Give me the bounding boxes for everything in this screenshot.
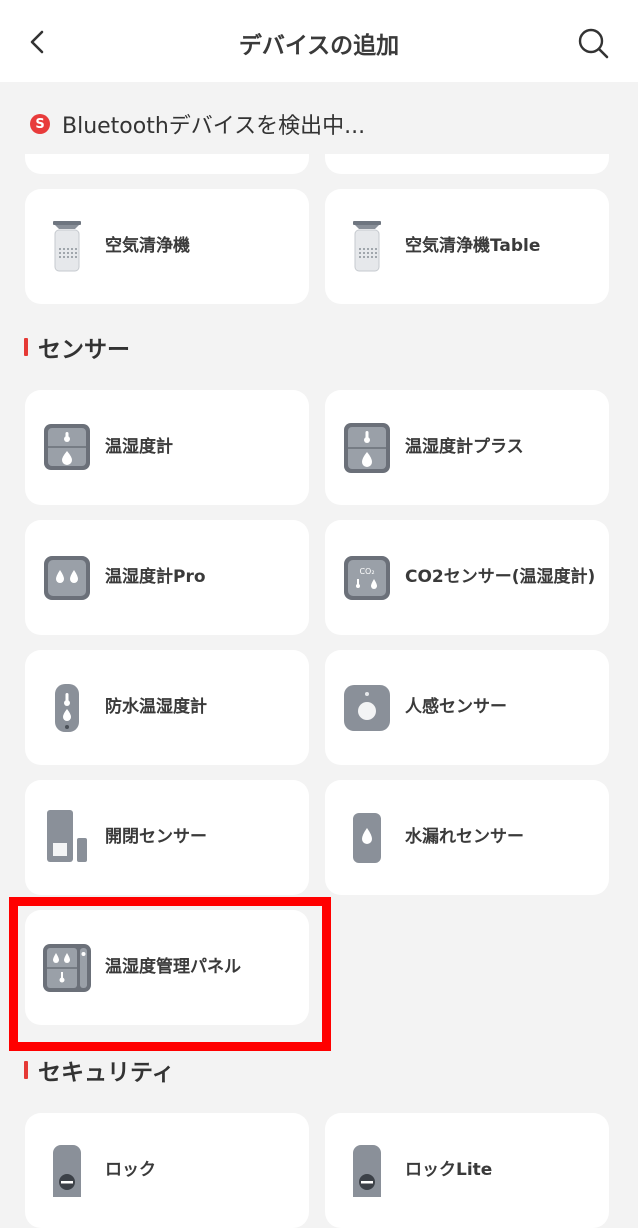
section-security: セキュリティ [24,1055,175,1086]
search-icon[interactable] [574,24,614,64]
thermo-hygrometer-pro-icon [44,556,90,600]
device-card-partial[interactable] [25,154,309,174]
section-accent-bar [24,1061,28,1079]
section-accent-bar [24,338,28,356]
co2-sensor-icon: CO₂ [344,556,390,600]
device-card-lock[interactable]: ロック [25,1113,309,1228]
device-card-thermo-hygrometer-plus[interactable]: 温湿度計プラス [325,390,609,505]
section-title: セキュリティ [38,1060,175,1086]
device-card-thermo-hygrometer[interactable]: 温湿度計 [25,390,309,505]
scan-badge-icon: S [30,114,50,134]
svg-text:CO₂: CO₂ [359,567,374,576]
device-label: 人感センサー [405,697,507,718]
section-title: センサー [38,337,130,363]
contact-sensor-icon [47,810,87,862]
device-card-lock-lite[interactable]: ロックLite [325,1113,609,1228]
thermo-hygrometer-plus-icon [344,423,390,473]
device-label: 温湿度計Pro [105,567,206,588]
device-label: 防水温湿度計 [105,697,207,718]
thermo-hygrometer-icon [44,424,90,470]
device-card-partial[interactable] [325,154,609,174]
device-card-contact-sensor[interactable]: 開閉センサー [25,780,309,895]
device-label: CO2センサー(温湿度計) [405,567,596,588]
air-purifier-icon [53,221,81,272]
device-card-water-leak-sensor[interactable]: 水漏れセンサー [325,780,609,895]
device-label: ロック [105,1160,156,1181]
device-card-air-purifier[interactable]: 空気清浄機 [25,189,309,304]
air-purifier-icon [353,221,381,272]
device-label: 水漏れセンサー [405,827,524,848]
lock-icon [53,1145,81,1197]
device-card-air-purifier-table[interactable]: 空気清浄機Table [325,189,609,304]
device-label: 温湿度計プラス [405,437,524,458]
waterproof-thermo-hygrometer-icon [55,684,79,732]
motion-sensor-icon [344,685,390,731]
device-label: 空気清浄機Table [405,236,541,257]
device-card-motion-sensor[interactable]: 人感センサー [325,650,609,765]
device-card-thermo-hygrometer-pro[interactable]: 温湿度計Pro [25,520,309,635]
section-sensors: センサー [24,332,130,363]
device-card-co2-sensor[interactable]: CO₂ CO2センサー(温湿度計) [325,520,609,635]
device-label: 空気清浄機 [105,236,190,257]
highlight-box [9,897,331,1051]
bluetooth-scan-status: S Bluetoothデバイスを検出中... [30,108,365,140]
page-title: デバイスの追加 [238,33,400,59]
device-label: 開閉センサー [105,827,207,848]
water-leak-sensor-icon [353,813,381,863]
scan-text: Bluetoothデバイスを検出中... [62,114,366,139]
lock-lite-icon [353,1145,381,1197]
device-card-waterproof-thermo-hygrometer[interactable]: 防水温湿度計 [25,650,309,765]
device-label: 温湿度計 [105,437,173,458]
device-label: ロックLite [405,1160,493,1181]
top-bar: デバイスの追加 [0,0,638,82]
